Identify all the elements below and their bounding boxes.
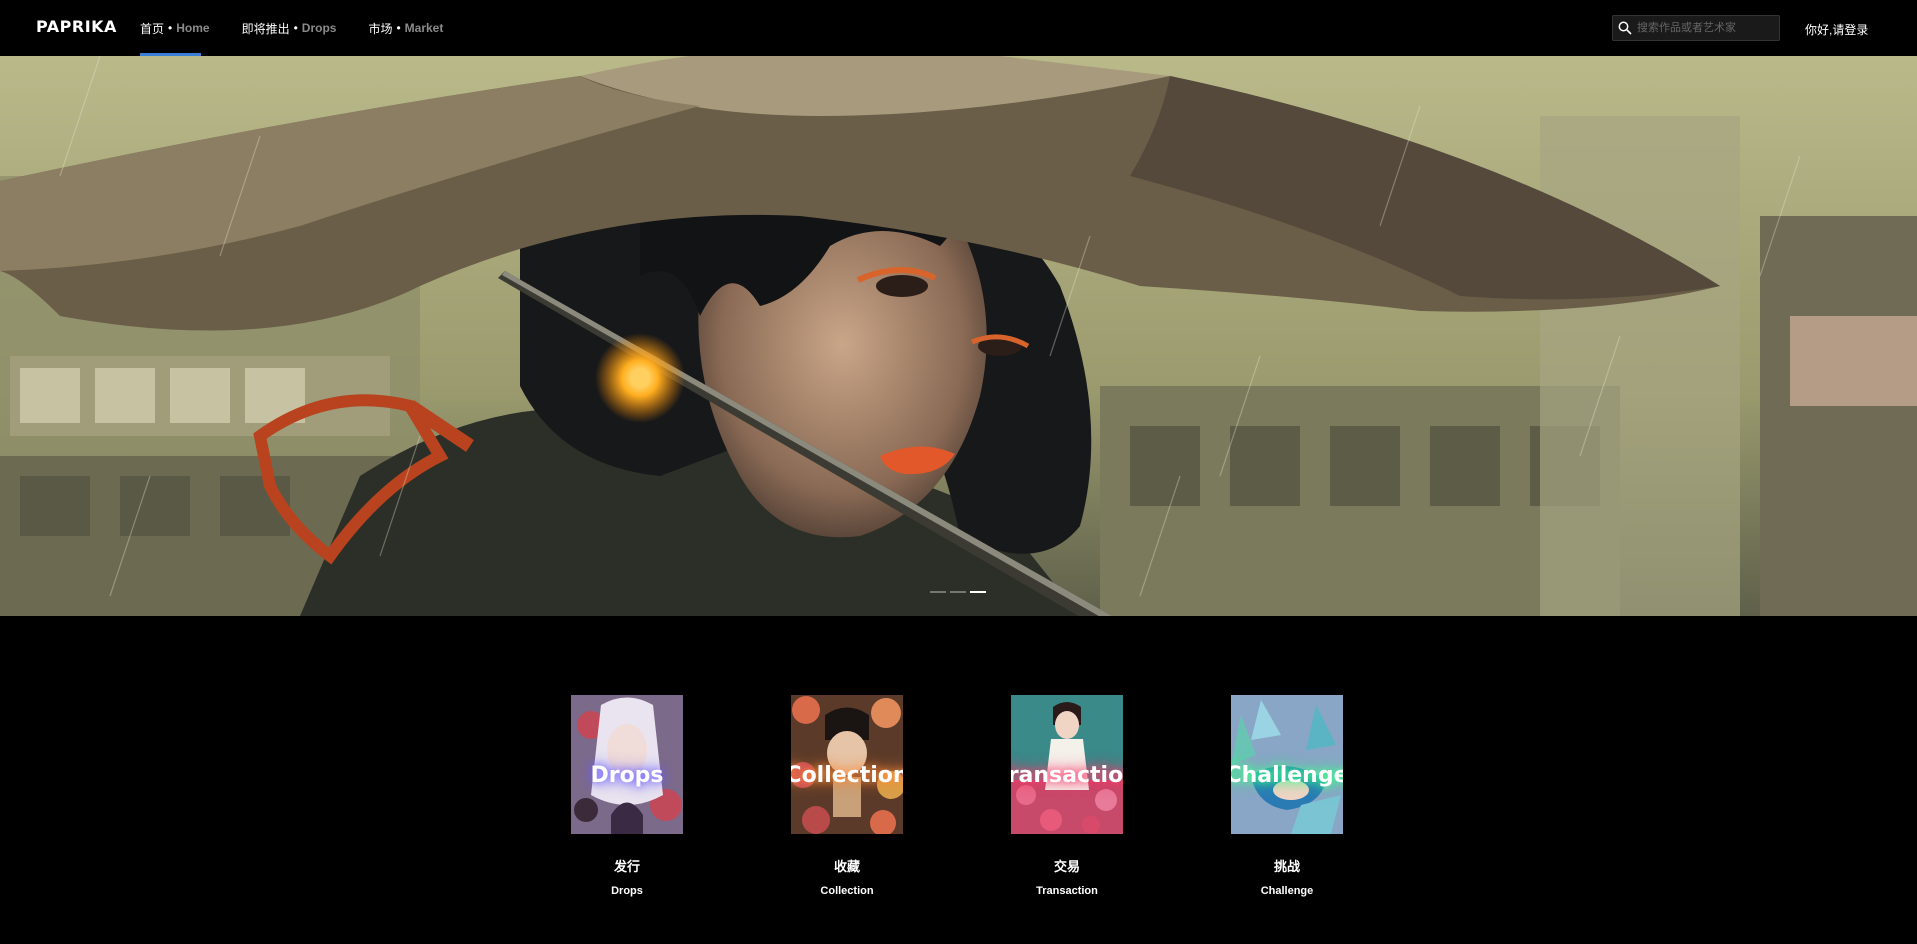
search-box[interactable]	[1612, 15, 1780, 41]
nav-market-zh: 市场	[368, 21, 393, 36]
challenge-thumbnail[interactable]: Challenge	[1231, 695, 1343, 834]
nav-separator: •	[396, 21, 401, 35]
challenge-label-en: Challenge	[1260, 885, 1314, 897]
hero-artwork	[0, 56, 1917, 616]
nav-drops-en: Drops	[301, 21, 337, 35]
category-collection[interactable]: Collection 收藏 Collection	[791, 695, 903, 897]
category-section: Drops 发行 Drops Collection 收藏 Collection	[0, 616, 1917, 944]
nav-separator: •	[293, 21, 298, 35]
carousel-indicators	[930, 591, 986, 593]
transaction-label-zh: 交易	[1053, 859, 1080, 874]
challenge-label-zh: 挑战	[1273, 859, 1300, 874]
category-transaction[interactable]: Transaction 交易 Transaction	[1011, 695, 1123, 897]
nav-drops-zh: 即将推出	[241, 21, 290, 36]
drops-thumbnail[interactable]: Drops	[571, 695, 683, 834]
category-drops[interactable]: Drops 发行 Drops	[571, 695, 683, 897]
carousel-dot-active[interactable]	[970, 591, 986, 593]
drops-overlay-label: Drops	[590, 763, 664, 788]
paprika-logo[interactable]: PAPRIKA	[36, 17, 117, 36]
challenge-overlay-label: Challenge	[1231, 763, 1343, 788]
drops-label-en: Drops	[611, 885, 643, 897]
transaction-thumbnail[interactable]: Transaction	[1011, 695, 1123, 834]
drops-label-zh: 发行	[613, 859, 640, 874]
nav-separator: •	[168, 21, 173, 35]
transaction-overlay-label: Transaction	[1011, 763, 1123, 788]
top-navbar: PAPRIKA 首页 • Home 即将推出 • Drops 市场 • Mark…	[0, 0, 1917, 56]
search-icon[interactable]	[1613, 16, 1637, 40]
nav-home-zh: 首页	[140, 21, 165, 36]
nav-market[interactable]: 市场 • Market	[368, 0, 459, 56]
nav-home-en: Home	[176, 21, 210, 35]
collection-label-zh: 收藏	[833, 859, 860, 874]
hero-banner[interactable]	[0, 56, 1917, 616]
nav-market-en: Market	[404, 21, 444, 35]
category-challenge[interactable]: Challenge 挑战 Challenge	[1231, 695, 1343, 897]
nav-home[interactable]: 首页 • Home	[140, 0, 226, 56]
main-nav: 首页 • Home 即将推出 • Drops 市场 • Market	[140, 0, 475, 56]
nav-drops[interactable]: 即将推出 • Drops	[242, 0, 353, 56]
login-link[interactable]: 你好,请登录	[1805, 21, 1868, 38]
collection-label-en: Collection	[820, 885, 874, 897]
carousel-dot[interactable]	[950, 591, 966, 593]
search-input[interactable]	[1637, 17, 1779, 39]
collection-overlay-label: Collection	[791, 763, 903, 788]
collection-thumbnail[interactable]: Collection	[791, 695, 903, 834]
transaction-label-en: Transaction	[1036, 885, 1098, 897]
carousel-dot[interactable]	[930, 591, 946, 593]
